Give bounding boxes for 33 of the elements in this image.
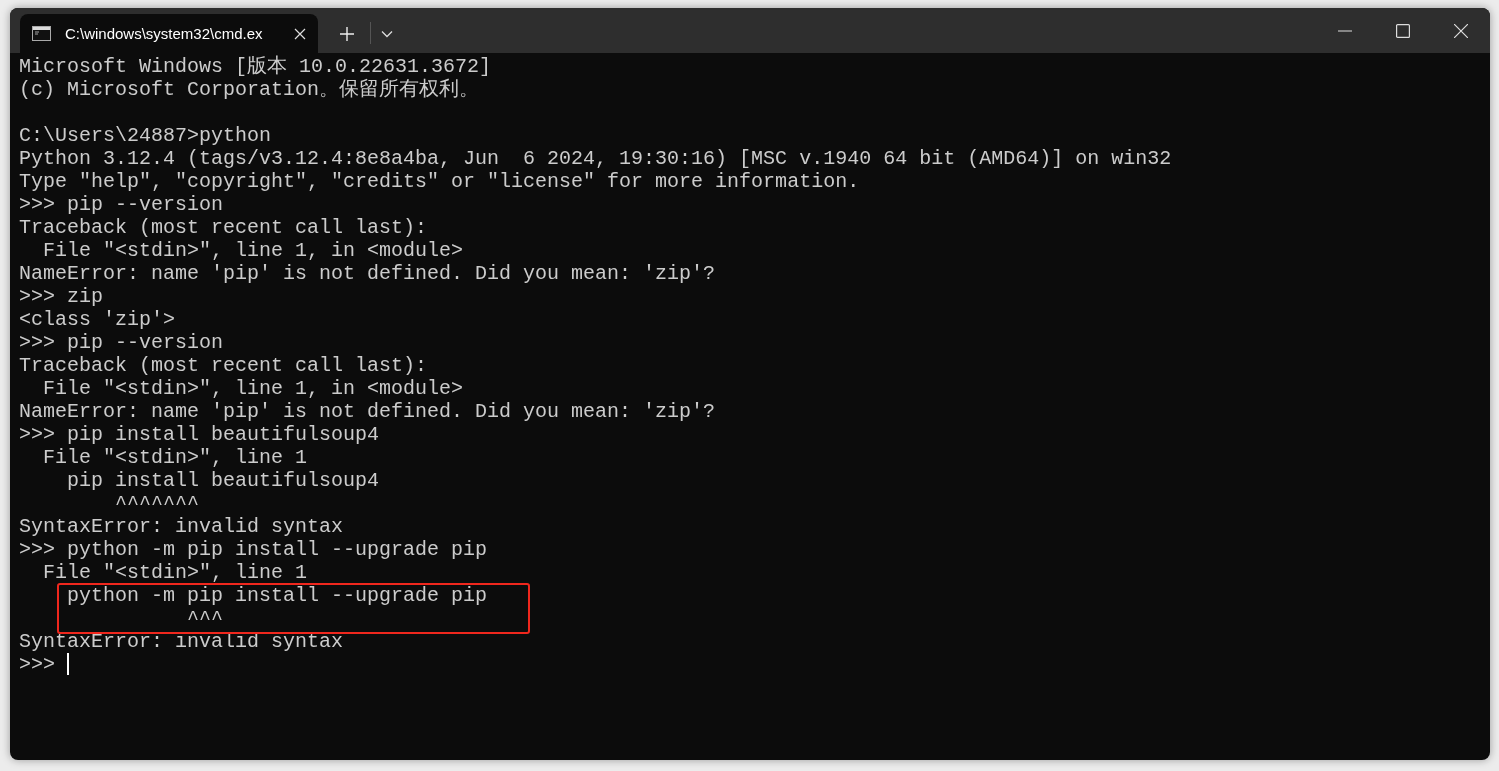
console-line: >>> xyxy=(19,653,56,676)
plus-icon xyxy=(340,26,354,41)
console-line: ^^^ xyxy=(186,607,224,630)
console-line: Microsoft Windows [版本 10.0.22631.3672] xyxy=(19,55,492,78)
console-line: pip install beautifulsoup4 xyxy=(66,469,380,492)
console-line: >>> pip install beautifulsoup4 xyxy=(19,423,380,446)
terminal-tab[interactable]: C:\windows\system32\cmd.ex xyxy=(20,14,318,53)
maximize-icon xyxy=(1396,23,1410,38)
console-line: File "<stdin>", line 1, in <module> xyxy=(42,377,464,400)
console-line: >>> pip --version xyxy=(19,193,224,216)
console-line: File "<stdin>", line 1 xyxy=(42,446,308,469)
console-line: Python 3.12.4 (tags/v3.12.4:8e8a4ba, Jun 6 2024, 19:30:16) [MSC v.1940 64 bit (AMD64)] on win32 xyxy=(19,147,1172,170)
console-line: File "<stdin>", line 1 xyxy=(42,561,308,584)
console-line: <class 'zip'> xyxy=(19,308,176,331)
console-line: File "<stdin>", line 1, in <module> xyxy=(42,239,464,262)
minimize-icon xyxy=(1338,29,1352,32)
console-line: python -m pip install --upgrade pip xyxy=(66,584,488,607)
console-line: Traceback (most recent call last): xyxy=(19,354,428,377)
console-line: >>> pip --version xyxy=(19,331,224,354)
console-line: C:\Users\24887>python xyxy=(19,124,272,147)
console-line: Type "help", "copyright", "credits" or "license" for more information. xyxy=(19,170,860,193)
console-line: >>> python -m pip install --upgrade pip xyxy=(19,538,488,561)
terminal-icon xyxy=(32,26,51,41)
close-icon xyxy=(1454,23,1468,38)
console-line: (c) Microsoft Corporation。保留所有权利。 xyxy=(19,78,480,101)
console-line: NameError: name 'pip' is not defined. Did you mean: 'zip'? xyxy=(19,262,716,285)
chevron-down-icon xyxy=(381,29,393,38)
console-line: NameError: name 'pip' is not defined. Did you mean: 'zip'? xyxy=(19,400,716,423)
console-line: >>> zip xyxy=(19,285,103,308)
console-line: SyntaxError: invalid syntax xyxy=(19,515,344,538)
close-icon[interactable] xyxy=(294,27,306,40)
console-line: Traceback (most recent call last): xyxy=(19,216,428,239)
console-line: ^^^^^^^ xyxy=(114,492,200,515)
